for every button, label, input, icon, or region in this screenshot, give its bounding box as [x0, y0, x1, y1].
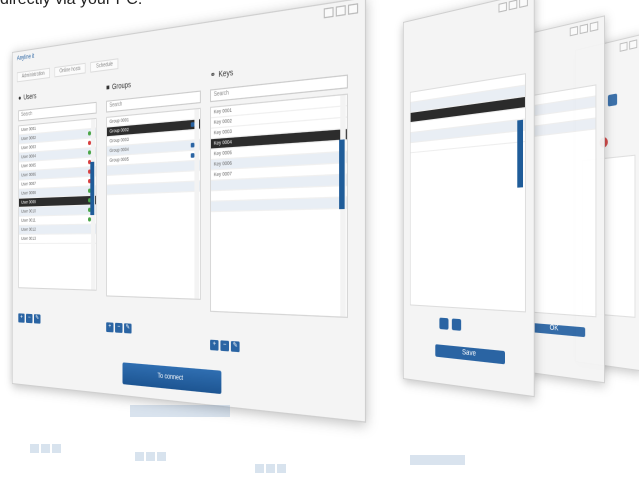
remove-icon[interactable] — [451, 318, 462, 331]
minimize-icon[interactable] — [323, 6, 334, 19]
key-icon: ⚭ — [210, 71, 216, 81]
keys-list: Key 0001 Key 0002 Key 0003 Key 0004 Key … — [210, 93, 348, 319]
add-user-button[interactable]: + — [18, 313, 25, 323]
edit-user-button[interactable]: ✎ — [33, 314, 41, 324]
remove-group-button[interactable]: − — [115, 322, 123, 333]
users-actions: + − ✎ — [18, 313, 41, 324]
window-action-icon[interactable] — [607, 93, 618, 107]
edit-group-button[interactable]: ✎ — [124, 323, 132, 334]
edit-key-button[interactable]: ✎ — [230, 340, 240, 353]
users-column: ● Users Search User 0001 User 0002 User … — [18, 83, 97, 324]
screenshot-stage: OK Save Anyline it Administration Online… — [0, 0, 639, 494]
groups-header: ■ Groups — [106, 70, 201, 95]
scrollbar[interactable] — [339, 94, 346, 317]
host-list — [409, 73, 526, 313]
maximize-icon[interactable] — [579, 23, 588, 35]
reflection-save-button — [410, 455, 465, 465]
reflection-connect-button — [130, 405, 230, 417]
group-icon: ■ — [106, 83, 110, 92]
scrollbar[interactable] — [90, 119, 96, 290]
add-group-button[interactable]: + — [106, 322, 114, 333]
add-key-button[interactable]: + — [210, 339, 219, 351]
close-icon[interactable] — [519, 0, 528, 9]
user-icon: ● — [18, 94, 22, 102]
minimize-icon[interactable] — [569, 25, 578, 37]
close-icon[interactable] — [347, 3, 359, 15]
tab-schedule[interactable]: Schedule — [90, 58, 119, 73]
window-controls — [323, 3, 359, 19]
list-item[interactable]: User 0013 — [18, 234, 96, 244]
minimize-icon[interactable] — [498, 1, 507, 13]
groups-column: ■ Groups Search Group 0001 Group 0002 Gr… — [106, 70, 201, 334]
users-list: User 0001 User 0002 User 0003 User 0004 … — [18, 117, 97, 291]
window-titlebar — [404, 0, 534, 35]
keys-column: ⚭ Keys Search Key 0001 Key 0002 Key 0003… — [210, 52, 348, 353]
maximize-icon[interactable] — [508, 0, 518, 11]
keys-actions: + − ✎ — [210, 339, 240, 353]
maximize-icon[interactable] — [335, 5, 346, 17]
reflection-buttons-users — [30, 440, 63, 458]
users-heading: Users — [23, 92, 37, 102]
reflection-buttons-keys — [255, 460, 288, 478]
reflection-buttons-groups — [135, 448, 168, 466]
scrollbar-thumb[interactable] — [517, 119, 524, 188]
users-header: ● Users — [18, 83, 96, 105]
groups-list: Group 0001 Group 0002 Group 0003 Group 0… — [106, 107, 201, 300]
scrollbar-thumb[interactable] — [339, 139, 345, 210]
window-controls — [619, 39, 638, 52]
scrollbar[interactable] — [194, 109, 199, 299]
window-controls — [569, 21, 599, 37]
keys-heading: Keys — [218, 68, 234, 79]
remove-user-button[interactable]: − — [26, 313, 33, 324]
background-window-1: Save — [403, 0, 535, 398]
groups-heading: Groups — [112, 81, 131, 91]
minimize-icon[interactable] — [619, 41, 628, 52]
tab-online-hosts[interactable]: Online hosts — [54, 62, 86, 78]
add-icon[interactable] — [439, 317, 449, 330]
window-controls — [498, 0, 528, 13]
maximize-icon[interactable] — [629, 39, 638, 50]
save-button[interactable]: Save — [435, 344, 505, 365]
scrollbar-thumb[interactable] — [90, 161, 95, 216]
tab-administration[interactable]: Administration — [16, 67, 50, 83]
main-window: Anyline it Administration Online hosts S… — [12, 0, 367, 423]
remove-key-button[interactable]: − — [220, 340, 229, 352]
connect-button[interactable]: To connect — [122, 362, 222, 395]
groups-actions: + − ✎ — [106, 322, 132, 334]
close-icon[interactable] — [589, 21, 599, 32]
